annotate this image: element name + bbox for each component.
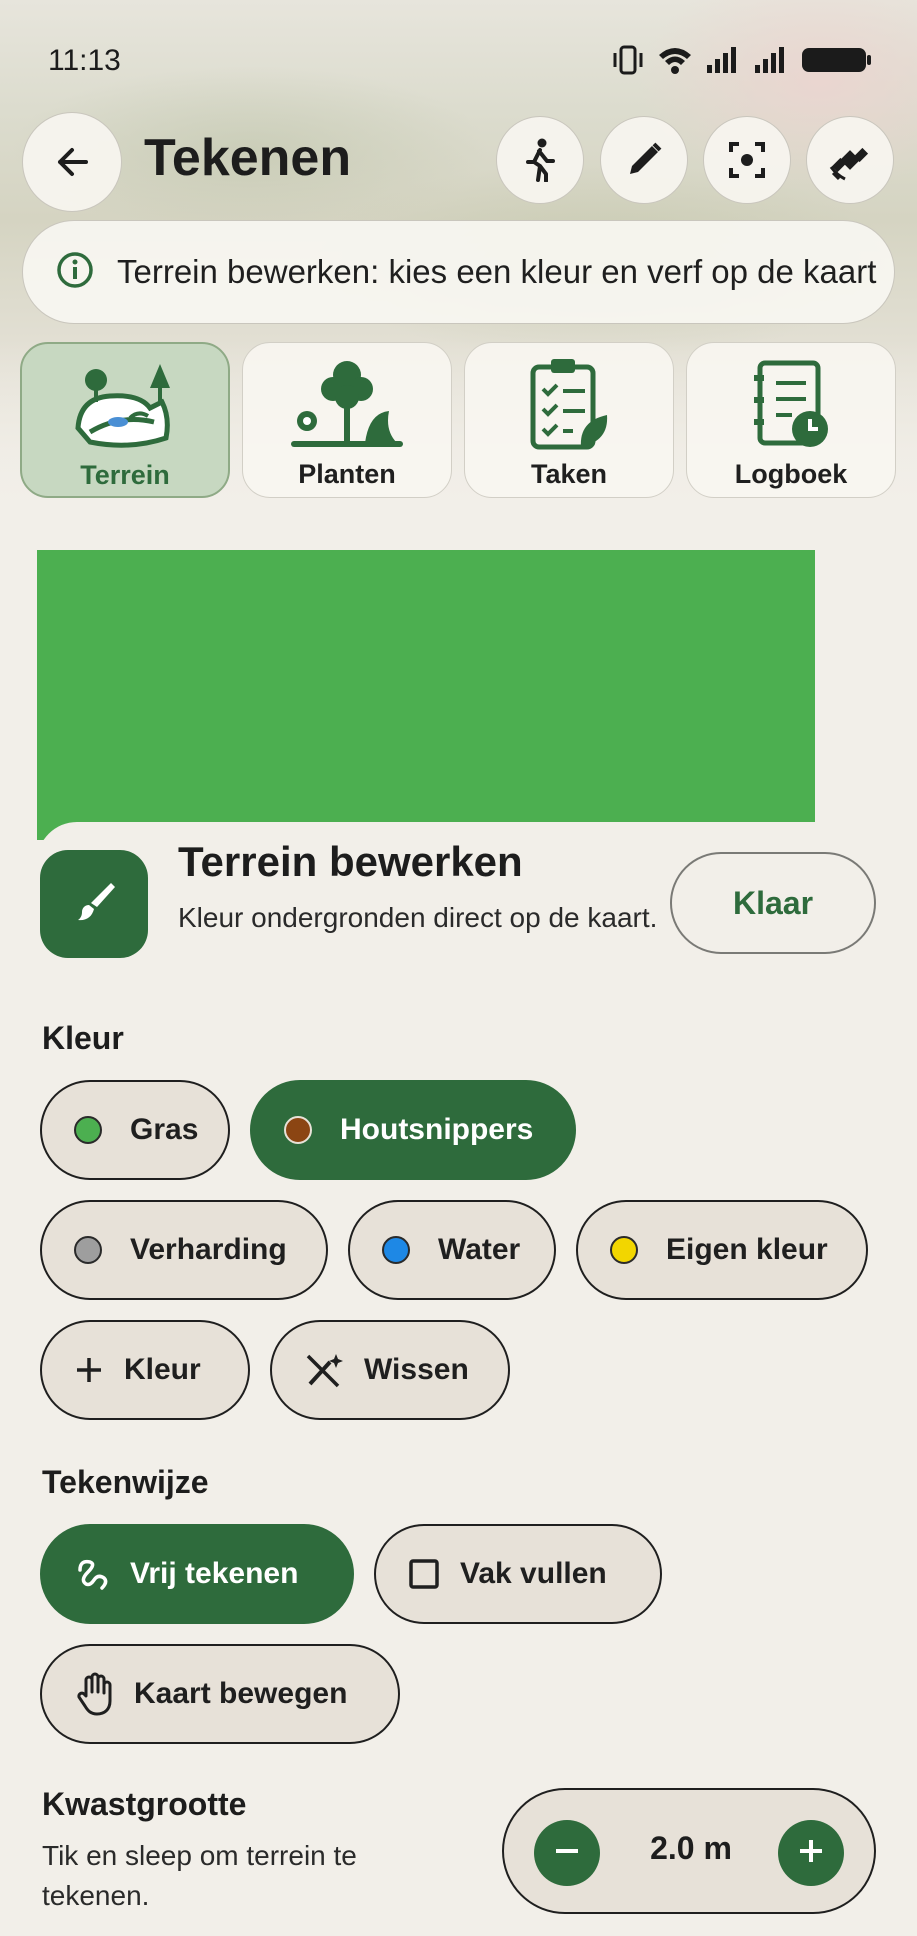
decrease-brush-button[interactable]	[534, 1820, 600, 1886]
tab-logbook[interactable]: Logboek	[686, 342, 896, 498]
mode-section-label: Tekenwijze	[42, 1464, 209, 1500]
color-chip-label: Water	[438, 1233, 521, 1266]
mode-fill-area[interactable]: Vak vullen	[374, 1524, 662, 1624]
add-color-label: Kleur	[124, 1353, 201, 1386]
color-chip-houtsnippers[interactable]: Houtsnippers	[250, 1080, 576, 1180]
add-color-button[interactable]: Kleur	[40, 1320, 250, 1420]
battery-icon	[801, 45, 873, 75]
signal-icon	[753, 45, 789, 75]
arrow-left-icon	[52, 142, 92, 182]
color-chip-gras[interactable]: Gras	[40, 1080, 230, 1180]
done-button[interactable]: Klaar	[670, 852, 876, 954]
color-swatch	[74, 1116, 102, 1144]
tab-tasks-label: Taken	[530, 459, 608, 489]
vibrate-icon	[611, 44, 645, 76]
page-title: Tekenen	[144, 129, 352, 187]
color-chip-label: Eigen kleur	[666, 1233, 828, 1266]
wifi-icon	[657, 45, 693, 75]
brush-badge	[40, 850, 148, 958]
status-bar: 11:13	[0, 0, 917, 120]
color-swatch	[284, 1116, 312, 1144]
satellite-button[interactable]	[806, 116, 894, 204]
square-icon	[408, 1558, 440, 1590]
plants-icon	[285, 355, 409, 455]
tab-plants[interactable]: Planten	[242, 342, 452, 498]
back-button[interactable]	[22, 112, 122, 212]
logbook-icon	[746, 355, 836, 455]
info-banner: Terrein bewerken: kies een kleur en verf…	[22, 220, 895, 324]
erase-button[interactable]: Wissen	[270, 1320, 510, 1420]
terrain-icon	[70, 356, 180, 456]
focus-button[interactable]	[703, 116, 791, 204]
color-swatch	[74, 1236, 102, 1264]
mode-freehand[interactable]: Vrij tekenen	[40, 1524, 354, 1624]
brush-size-value: 2.0 m	[650, 1830, 732, 1866]
info-icon	[55, 250, 95, 295]
mode-pan-map[interactable]: Kaart bewegen	[40, 1644, 400, 1744]
status-time: 11:13	[48, 44, 121, 77]
erase-label: Wissen	[364, 1353, 469, 1386]
color-chip-label: Houtsnippers	[340, 1113, 534, 1146]
editor-subtitle: Kleur ondergronden direct op de kaart.	[178, 902, 658, 933]
increase-brush-button[interactable]	[778, 1820, 844, 1886]
pencil-icon	[624, 140, 664, 180]
color-chip-label: Gras	[130, 1113, 199, 1146]
focus-icon	[727, 140, 767, 180]
brush-size-title: Kwastgrootte	[42, 1786, 247, 1822]
tab-terrain-label: Terrein	[80, 460, 170, 490]
freehand-icon	[74, 1556, 110, 1592]
color-swatch	[610, 1236, 638, 1264]
tab-terrain[interactable]: Terrein	[20, 342, 230, 498]
tab-tasks[interactable]: Taken	[464, 342, 674, 498]
color-chip-verharding[interactable]: Verharding	[40, 1200, 328, 1300]
color-section-label: Kleur	[42, 1020, 124, 1056]
color-swatch	[382, 1236, 410, 1264]
tasks-icon	[527, 355, 611, 455]
magic-erase-icon	[304, 1352, 344, 1388]
mode-pan-map-label: Kaart bewegen	[134, 1677, 348, 1710]
tab-plants-label: Planten	[298, 459, 396, 489]
signal-icon	[705, 45, 741, 75]
brush-icon	[69, 877, 119, 932]
minus-icon	[552, 1836, 582, 1871]
edit-button[interactable]	[600, 116, 688, 204]
plus-icon	[796, 1836, 826, 1871]
status-icons	[611, 44, 873, 76]
color-chip-water[interactable]: Water	[348, 1200, 556, 1300]
walk-mode-button[interactable]	[496, 116, 584, 204]
mode-freehand-label: Vrij tekenen	[130, 1557, 299, 1590]
hand-icon	[74, 1672, 114, 1716]
mode-fill-area-label: Vak vullen	[460, 1557, 607, 1590]
info-text: Terrein bewerken: kies een kleur en verf…	[117, 253, 877, 290]
map-canvas[interactable]	[37, 550, 815, 840]
brush-size-stepper: 2.0 m	[502, 1788, 876, 1914]
tab-logbook-label: Logboek	[734, 459, 848, 489]
walk-icon	[522, 138, 558, 182]
color-chip-label: Verharding	[130, 1233, 287, 1266]
plus-icon	[74, 1355, 104, 1385]
satellite-icon	[827, 137, 873, 183]
color-chip-eigen-kleur[interactable]: Eigen kleur	[576, 1200, 868, 1300]
editor-title: Terrein bewerken	[178, 838, 523, 885]
brush-size-description: Tik en sleep om terrein te tekenen.	[42, 1840, 357, 1911]
